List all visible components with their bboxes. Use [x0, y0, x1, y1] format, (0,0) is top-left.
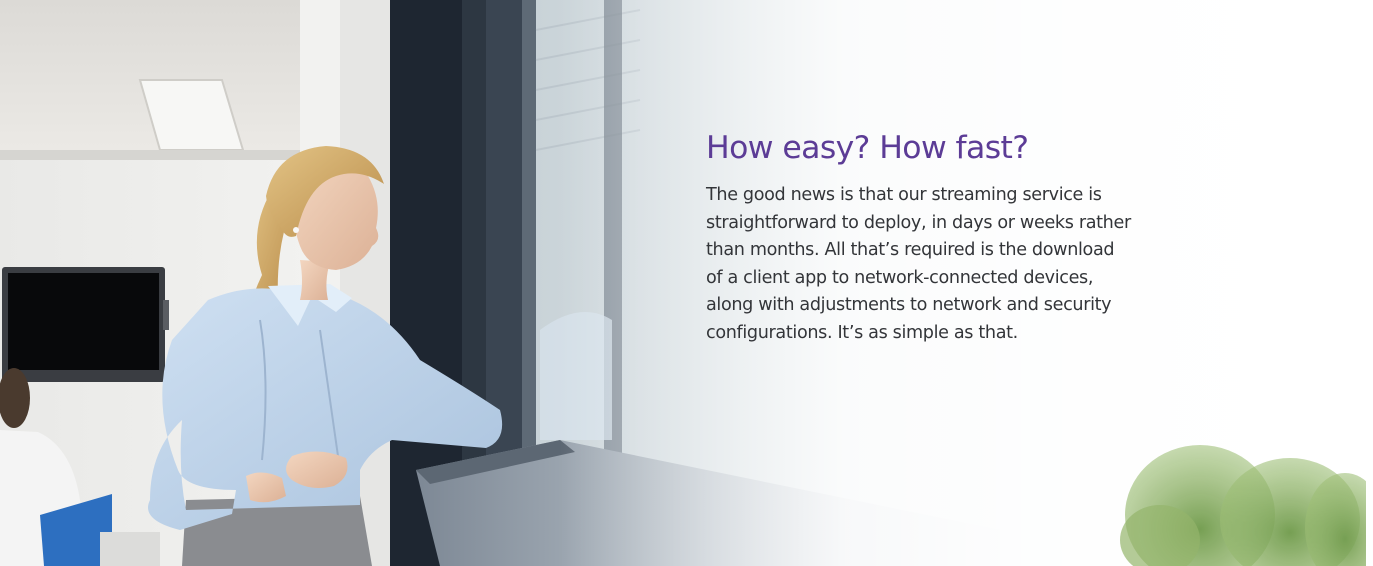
- paragraph-line: along with adjustments to network and se…: [706, 295, 1112, 315]
- hero-paragraph: The good news is that our streaming serv…: [706, 182, 1246, 347]
- hero-heading: How easy? How fast?: [706, 130, 1029, 166]
- paragraph-line: than months. All that’s required is the …: [706, 240, 1115, 260]
- paragraph-line: of a client app to network-connected dev…: [706, 267, 1094, 288]
- hero-copy: How easy? How fast? The good news is tha…: [706, 128, 1246, 347]
- paragraph-line: The good news is that our streaming serv…: [706, 185, 1102, 205]
- hero-banner: How easy? How fast? The good news is tha…: [0, 0, 1373, 566]
- paragraph-line: configurations. It’s as simple as that.: [706, 322, 1018, 343]
- paragraph-line: straightforward to deploy, in days or we…: [706, 212, 1131, 233]
